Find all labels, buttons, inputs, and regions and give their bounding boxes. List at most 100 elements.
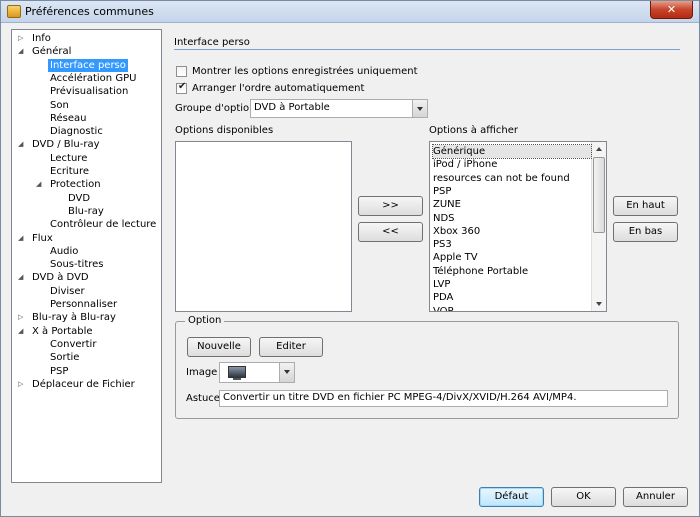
tree-item[interactable]: Contrôleur de lecture bbox=[36, 218, 158, 231]
title-bar: Préférences communes ✕ bbox=[1, 1, 699, 23]
collapse-icon[interactable]: ◢ bbox=[18, 45, 26, 58]
default-button[interactable]: Défaut bbox=[479, 487, 544, 507]
tree-item[interactable]: Réseau bbox=[36, 112, 88, 125]
tree-item[interactable]: Convertir bbox=[36, 338, 98, 351]
close-button[interactable]: ✕ bbox=[650, 1, 693, 19]
tree-item[interactable]: Accélération GPU bbox=[36, 72, 138, 85]
expand-icon[interactable]: ▷ bbox=[18, 378, 26, 391]
show-saved-label: Montrer les options enregistrées uniquem… bbox=[192, 66, 418, 77]
tree-item[interactable]: ▷ Blu-ray à Blu-ray bbox=[18, 311, 118, 324]
expand-icon[interactable]: ▷ bbox=[18, 311, 26, 324]
collapse-icon[interactable]: ◢ bbox=[18, 138, 26, 151]
move-right-button[interactable]: >> bbox=[358, 196, 423, 216]
cancel-button[interactable]: Annuler bbox=[623, 487, 688, 507]
list-item[interactable]: LVP bbox=[433, 278, 591, 291]
monitor-stand bbox=[233, 378, 241, 380]
available-options-label: Options disponibles bbox=[175, 125, 274, 136]
show-saved-checkbox[interactable] bbox=[176, 66, 187, 77]
dropdown-button[interactable] bbox=[412, 100, 427, 117]
tree-item-label: Interface perso bbox=[48, 58, 128, 72]
tree-item[interactable]: Diviser bbox=[36, 285, 87, 298]
move-left-button[interactable]: << bbox=[358, 222, 423, 242]
list-item[interactable]: Apple TV bbox=[433, 251, 591, 264]
preferences-window: Préférences communes ✕ ▷ Info ◢ Général Inte… bbox=[0, 0, 700, 517]
list-item[interactable]: PDA bbox=[433, 291, 591, 304]
tree-item[interactable]: Son bbox=[36, 99, 71, 112]
move-up-button[interactable]: En haut bbox=[613, 196, 678, 216]
tree-item[interactable]: Sortie bbox=[36, 351, 81, 364]
option-group-title: Option bbox=[185, 315, 225, 326]
group-options-select[interactable]: DVD à Portable bbox=[250, 99, 428, 118]
tree-item-label: Contrôleur de lecture bbox=[50, 219, 157, 231]
group-options-label: Groupe d'options bbox=[175, 103, 261, 114]
tree-item[interactable]: DVD bbox=[54, 192, 92, 205]
list-item[interactable]: Générique bbox=[432, 144, 592, 159]
list-item[interactable]: iPod / iPhone bbox=[433, 158, 591, 171]
tip-field[interactable]: Convertir un titre DVD en fichier PC MPE… bbox=[219, 390, 668, 407]
tree-item[interactable]: Lecture bbox=[36, 152, 89, 165]
collapse-icon[interactable]: ◢ bbox=[18, 232, 26, 245]
tree-item-label: X à Portable bbox=[32, 325, 93, 337]
ok-button[interactable]: OK bbox=[551, 487, 616, 507]
scroll-down-icon[interactable] bbox=[592, 297, 606, 311]
tree-item[interactable]: ◢ X à Portable bbox=[18, 325, 95, 338]
list-item[interactable]: PSP bbox=[433, 185, 591, 198]
tree-item-label: Réseau bbox=[50, 112, 87, 124]
scroll-thumb[interactable] bbox=[593, 157, 605, 233]
tree-item[interactable]: Ecriture bbox=[36, 165, 91, 178]
tree-item[interactable]: PSP bbox=[36, 365, 70, 378]
new-button[interactable]: Nouvelle bbox=[187, 337, 251, 357]
tree-item[interactable]: ◢ Général bbox=[18, 45, 73, 58]
tree-item-label: Sous-titres bbox=[50, 259, 104, 271]
tree-item[interactable]: Audio bbox=[36, 245, 80, 258]
section-title: Interface perso bbox=[174, 37, 250, 48]
list-item[interactable]: resources can not be found bbox=[433, 172, 591, 185]
scrollbar[interactable] bbox=[591, 142, 606, 311]
group-options-value: DVD à Portable bbox=[254, 102, 330, 113]
tree-item[interactable]: ◢ Flux bbox=[18, 232, 55, 245]
tree-item-label: Prévisualisation bbox=[50, 86, 129, 98]
tree-item-label: DVD / Blu-ray bbox=[32, 139, 100, 151]
list-item[interactable]: ZUNE bbox=[433, 198, 591, 211]
tree-item-label: Audio bbox=[50, 245, 79, 257]
dropdown-button[interactable] bbox=[279, 363, 294, 382]
list-item[interactable]: PS3 bbox=[433, 238, 591, 251]
collapse-icon[interactable]: ◢ bbox=[18, 325, 26, 338]
checkmark-icon: ✔ bbox=[178, 81, 187, 92]
category-tree[interactable]: ▷ Info ◢ Général Interface perso Accélération… bbox=[11, 29, 162, 483]
app-icon bbox=[7, 5, 21, 18]
tree-item[interactable]: ◢ DVD / Blu-ray bbox=[18, 138, 102, 151]
available-options-list[interactable] bbox=[175, 141, 352, 312]
list-item[interactable]: NDS bbox=[433, 212, 591, 225]
tree-item[interactable]: Diagnostic bbox=[36, 125, 105, 138]
tree-item[interactable]: ▷ Info bbox=[18, 32, 53, 45]
collapse-icon[interactable]: ◢ bbox=[36, 178, 44, 191]
tree-item[interactable]: Interface perso bbox=[36, 58, 128, 72]
tree-item-label: Lecture bbox=[50, 152, 88, 164]
auto-order-checkbox[interactable]: ✔ bbox=[176, 81, 187, 94]
tree-item-label: Diviser bbox=[50, 285, 85, 297]
tree-item[interactable]: Personnaliser bbox=[36, 298, 119, 311]
tree-item[interactable]: Blu-ray bbox=[54, 205, 106, 218]
tree-item[interactable]: ◢ Protection bbox=[36, 178, 103, 191]
edit-button[interactable]: Editer bbox=[259, 337, 323, 357]
tip-label: Astuce bbox=[186, 393, 220, 404]
list-item[interactable]: Téléphone Portable bbox=[433, 265, 591, 278]
expand-icon[interactable]: ▷ bbox=[18, 32, 26, 45]
list-item[interactable]: VOP bbox=[433, 305, 591, 311]
tree-item-label: Protection bbox=[50, 179, 101, 191]
tree-item[interactable]: ◢ DVD à DVD bbox=[18, 271, 91, 284]
tree-item[interactable]: Sous-titres bbox=[36, 258, 106, 271]
display-options-list[interactable]: Générique iPod / iPhone resources can not … bbox=[429, 141, 607, 312]
tree-item-label: Personnaliser bbox=[50, 299, 118, 310]
image-select[interactable] bbox=[219, 362, 295, 383]
tree-item[interactable]: Prévisualisation bbox=[36, 85, 130, 98]
tree-item[interactable]: ▷ Déplaceur de Fichier bbox=[18, 378, 137, 391]
list-item[interactable]: Xbox 360 bbox=[433, 225, 591, 238]
tree-item-label: Général bbox=[32, 46, 72, 58]
collapse-icon[interactable]: ◢ bbox=[18, 271, 26, 284]
move-down-button[interactable]: En bas bbox=[613, 222, 678, 242]
scroll-up-icon[interactable] bbox=[592, 142, 606, 156]
tree-item-label: Flux bbox=[32, 232, 53, 244]
tree-item-label: Convertir bbox=[50, 338, 97, 350]
